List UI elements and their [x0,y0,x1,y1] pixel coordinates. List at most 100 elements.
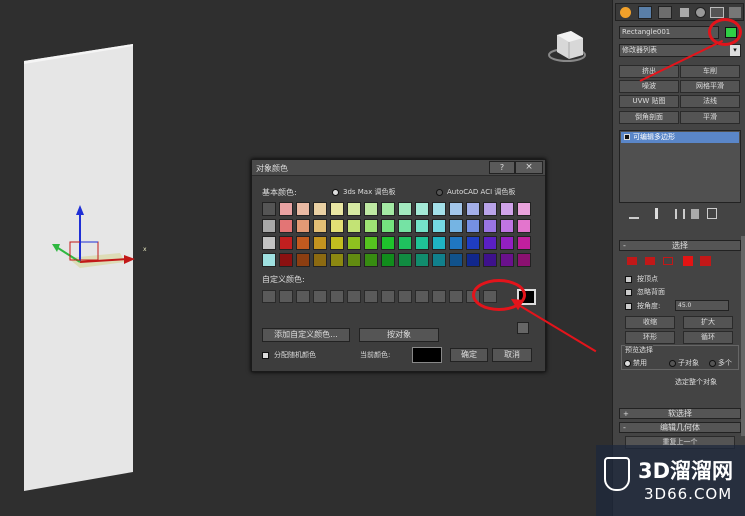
basic-color-swatch[interactable] [398,236,412,250]
custom-color-swatch[interactable] [381,290,395,303]
custom-color-swatch[interactable] [262,290,276,303]
basic-color-swatch[interactable] [330,202,344,216]
basic-color-swatch[interactable] [500,236,514,250]
ring-button[interactable]: 环形 [625,331,675,344]
basic-color-swatch[interactable] [381,202,395,216]
basic-color-swatch[interactable] [415,202,429,216]
ignore-backfacing-checkbox[interactable] [625,289,632,296]
basic-color-swatch[interactable] [398,202,412,216]
edit-geometry-rollout-header[interactable]: - 编辑几何体 [619,422,741,433]
custom-color-swatch[interactable] [449,290,463,303]
basic-color-swatch[interactable] [500,202,514,216]
modifier-button-normal[interactable]: 法线 [680,95,740,108]
modifier-button-uvw-map[interactable]: UVW 贴图 [619,95,679,108]
grow-button[interactable]: 扩大 [683,316,733,329]
hierarchy-tab-icon[interactable] [658,6,672,19]
basic-color-swatch[interactable] [415,253,429,267]
basic-color-swatch[interactable] [432,253,446,267]
preview-multi-radio[interactable] [709,360,716,367]
basic-color-swatch[interactable] [466,202,480,216]
preview-subobject-radio[interactable] [669,360,676,367]
selection-rollout-header[interactable]: - 选择 [619,240,741,251]
basic-color-swatch[interactable] [347,219,361,233]
eyedropper-icon[interactable] [517,322,529,334]
basic-color-swatch[interactable] [296,202,310,216]
by-vertex-checkbox[interactable] [625,276,632,283]
basic-color-swatch[interactable] [313,219,327,233]
basic-color-swatch[interactable] [347,236,361,250]
basic-color-swatch[interactable] [330,219,344,233]
palette-3dsmax-radio[interactable] [332,189,339,196]
modify-tab-icon[interactable] [638,6,652,19]
basic-color-swatch[interactable] [262,219,276,233]
basic-color-swatch[interactable] [432,202,446,216]
custom-color-swatch[interactable] [364,290,378,303]
basic-color-swatch[interactable] [279,236,293,250]
display-tab-icon[interactable] [695,7,706,18]
basic-color-swatch[interactable] [517,236,531,250]
basic-color-swatch[interactable] [364,202,378,216]
basic-color-swatch[interactable] [483,202,497,216]
basic-color-swatch[interactable] [262,253,276,267]
shrink-button[interactable]: 收缩 [625,316,675,329]
basic-color-swatch[interactable] [279,253,293,267]
custom-color-swatch[interactable] [330,290,344,303]
modifier-button-bevel-profile[interactable]: 倒角剖面 [619,111,679,124]
basic-color-swatch[interactable] [466,236,480,250]
loop-button[interactable]: 循环 [683,331,733,344]
add-custom-color-button[interactable]: 添加自定义颜色... [262,328,350,342]
basic-color-swatch[interactable] [517,219,531,233]
polygon-mode-icon[interactable] [683,256,693,266]
border-mode-icon[interactable] [663,257,673,265]
make-unique-icon[interactable] [675,209,685,219]
custom-color-swatch[interactable] [296,290,310,303]
basic-color-swatch[interactable] [381,236,395,250]
custom-color-swatch[interactable] [415,290,429,303]
custom-color-swatch[interactable] [398,290,412,303]
custom-color-swatch[interactable] [313,290,327,303]
basic-color-swatch[interactable] [296,236,310,250]
basic-color-swatch[interactable] [449,253,463,267]
close-button[interactable]: × [515,161,543,174]
modifier-button-meshsmooth[interactable]: 网格平滑 [680,80,740,93]
basic-color-swatch[interactable] [364,253,378,267]
basic-color-swatch[interactable] [381,253,395,267]
soft-selection-rollout-header[interactable]: + 软选择 [619,408,741,419]
basic-color-swatch[interactable] [517,202,531,216]
basic-color-swatch[interactable] [398,219,412,233]
basic-color-swatch[interactable] [364,236,378,250]
basic-color-swatch[interactable] [483,236,497,250]
basic-color-swatch[interactable] [415,219,429,233]
basic-color-swatch[interactable] [313,253,327,267]
basic-color-swatch[interactable] [262,236,276,250]
modifier-button-noise[interactable]: 噪波 [619,80,679,93]
palette-autocad-radio[interactable] [436,189,443,196]
edge-mode-icon[interactable] [645,257,655,265]
basic-color-swatch[interactable] [449,219,463,233]
basic-color-swatch[interactable] [347,202,361,216]
modifier-button-lathe[interactable]: 车削 [680,65,740,78]
object-name-field[interactable]: Rectangle001 [619,26,719,39]
basic-color-swatch[interactable] [500,253,514,267]
basic-color-swatch[interactable] [466,253,480,267]
basic-color-swatch[interactable] [449,202,463,216]
basic-color-swatch[interactable] [296,219,310,233]
basic-color-swatch[interactable] [517,253,531,267]
basic-color-swatch[interactable] [262,202,276,216]
by-object-button[interactable]: 按对象 [359,328,439,342]
basic-color-swatch[interactable] [398,253,412,267]
custom-color-swatch[interactable] [432,290,446,303]
custom-color-swatch[interactable] [279,290,293,303]
remove-modifier-icon[interactable] [691,209,699,219]
basic-color-swatch[interactable] [279,219,293,233]
element-mode-icon[interactable] [700,256,711,266]
motion-tab-icon[interactable] [680,8,689,17]
cancel-button[interactable]: 取消 [492,348,532,362]
modifier-button-smooth[interactable]: 平滑 [680,111,740,124]
basic-color-swatch[interactable] [296,253,310,267]
by-angle-checkbox[interactable] [625,303,632,310]
modifier-stack[interactable]: 可编辑多边形 [619,130,741,203]
basic-color-swatch[interactable] [500,219,514,233]
show-end-result-icon[interactable] [655,208,658,219]
basic-color-swatch[interactable] [449,236,463,250]
